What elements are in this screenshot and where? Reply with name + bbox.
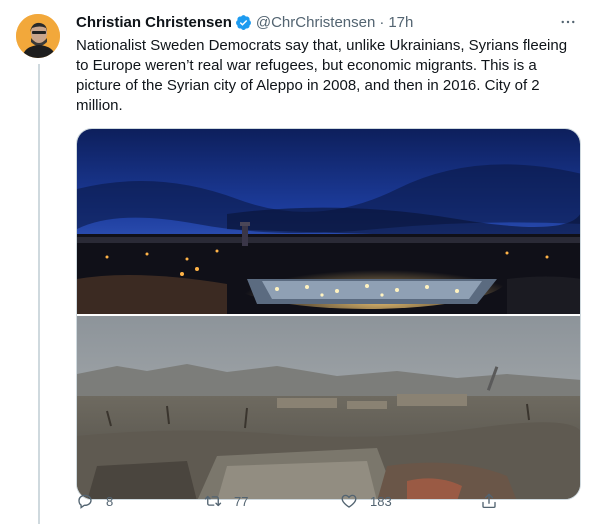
aleppo-2008-night-photo [77,129,580,314]
avatar-photo [16,14,60,58]
reply-count: 8 [106,493,114,509]
verified-badge-icon [235,14,252,31]
tweet-header: Christian Christensen @ChrChristensen · … [76,12,584,32]
aleppo-2016-ruins-photo [77,316,580,499]
avatar[interactable] [16,14,60,58]
tweet-timestamp[interactable]: 17h [388,14,413,31]
author-name[interactable]: Christian Christensen [76,14,232,31]
tweet-text: Nationalist Sweden Democrats say that, u… [76,37,568,114]
tweet-actions: 8 77 183 [76,489,506,513]
thread-line [38,64,40,524]
retweet-icon [204,495,222,507]
share-button[interactable] [480,489,498,513]
share-icon [482,493,496,509]
separator-dot: · [379,13,385,31]
reply-icon [78,494,92,509]
heart-icon [341,494,357,508]
reply-button[interactable]: 8 [76,489,113,513]
author-handle[interactable]: @ChrChristensen [256,14,375,31]
tweet-content: Christian Christensen @ChrChristensen · … [76,12,584,500]
like-button[interactable]: 183 [340,489,392,513]
like-count: 183 [370,493,392,509]
retweet-button[interactable]: 77 [204,489,248,513]
tweet-media-photo[interactable] [76,128,581,500]
retweet-count: 77 [234,493,249,509]
more-options-icon[interactable] [556,12,580,32]
